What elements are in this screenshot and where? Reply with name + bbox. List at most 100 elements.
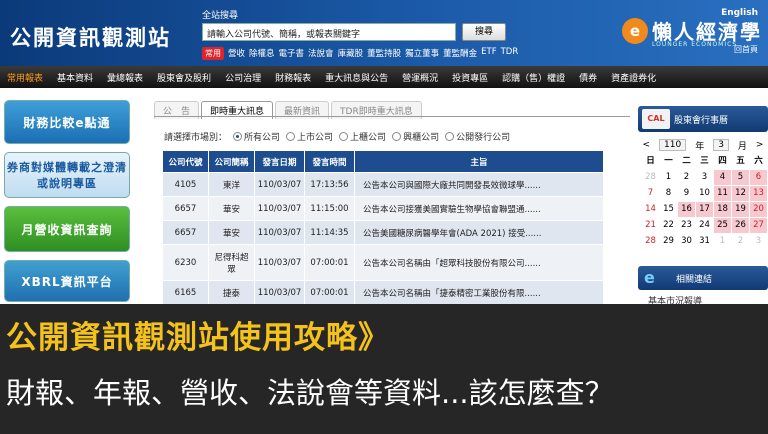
search-button[interactable]: 搜尋 [462,23,506,41]
calendar-day[interactable]: 14 [642,202,659,217]
calendar-day[interactable]: 3 [750,234,767,249]
calendar-day[interactable]: 8 [660,186,677,201]
nav-item[interactable]: 基本資料 [50,71,100,84]
calendar-day[interactable]: 1 [660,170,677,185]
weekday-label: 三 [700,156,709,166]
hot-link[interactable]: 董監持股 [367,47,401,60]
nav-item[interactable]: 認購（售）權證 [495,71,572,84]
nav-item[interactable]: 營運概況 [395,71,445,84]
calendar-day[interactable]: 9 [678,186,695,201]
calendar-day[interactable]: 12 [732,186,749,201]
nav-item[interactable]: 重大訊息與公告 [318,71,395,84]
calendar-day[interactable]: 23 [678,218,695,233]
nav-item[interactable]: 資產證券化 [604,71,663,84]
month-select[interactable]: 3 [713,139,729,151]
calendar-icon: CAL [642,109,670,129]
calendar-day[interactable]: 5 [732,170,749,185]
table-row[interactable]: 6657 華安 110/03/07 11:15:00 公告本公司接獲美國實驗生物… [162,196,604,221]
banner-xbrl[interactable]: XBRL資訊平台 [4,260,130,302]
calendar-day[interactable]: 6 [750,170,767,185]
calendar-day[interactable]: 24 [696,218,713,233]
calendar-day[interactable]: 18 [714,202,731,217]
home-link[interactable]: 回首頁 [734,44,758,55]
table-row[interactable]: 6657 華安 110/03/07 11:14:35 公告美國糖尿病醫學年會(A… [162,220,604,245]
cell: 110/03/07 [254,220,305,245]
calendar-day[interactable]: 21 [642,218,659,233]
calendar-day[interactable]: 13 [750,186,767,201]
calendar-day[interactable]: 16 [678,202,695,217]
nav-item[interactable]: 債券 [572,71,604,84]
calendar-day[interactable]: 28 [642,234,659,249]
banner-monthly-revenue[interactable]: 月營收資訊查詢 [4,206,130,252]
calendar-day[interactable]: 3 [696,170,713,185]
banner-broker-clarification[interactable]: 券商對媒體轉載之澄清或說明專區 [4,152,130,198]
nav-item[interactable]: 財務報表 [268,71,318,84]
calendar-day[interactable]: 28 [642,170,659,185]
calendar-day[interactable]: 2 [678,170,695,185]
hot-link[interactable]: 營收 [228,47,245,60]
market-option[interactable]: 興櫃公司 [392,130,439,143]
prev-arrow-icon[interactable]: < [642,140,650,150]
cell-subject[interactable]: 公告本公司與國際大廠共同開發長效微球學...... [354,172,604,197]
hot-link[interactable]: 除權息 [249,47,275,60]
calendar-day[interactable]: 29 [660,234,677,249]
calendar-day[interactable]: 26 [732,218,749,233]
market-option[interactable]: 公開發行公司 [445,130,510,143]
cell: 07:00:01 [304,244,355,281]
calendar-day[interactable]: 27 [750,218,767,233]
weekday-label: 一 [664,156,673,166]
radio-selected-icon[interactable] [233,132,243,141]
nav-item[interactable]: 公司治理 [218,71,268,84]
calendar-day[interactable]: 15 [660,202,677,217]
calendar-day[interactable]: 2 [732,234,749,249]
calendar-day[interactable]: 4 [714,170,731,185]
hot-link[interactable]: 法說會 [308,47,334,60]
search-label: 全站搜尋 [202,11,239,21]
cell-subject[interactable]: 公告美國糖尿病醫學年會(ADA 2021) 接受...... [354,220,604,245]
calendar-day[interactable]: 30 [678,234,695,249]
cell-subject[interactable]: 公告本公司接獲美國實驗生物學協會聯盟通...... [354,196,604,221]
search-input[interactable]: 請輸入公司代號、簡稱，或報表關鍵字 [202,23,456,41]
calendar-day[interactable]: 7 [642,186,659,201]
next-arrow-icon[interactable]: > [756,140,764,150]
banner-financial-compare[interactable]: 財務比較e點通 [4,100,130,144]
option-label: 上市公司 [297,133,334,143]
hot-link[interactable]: TDR [501,47,519,60]
radio-icon[interactable] [445,132,455,141]
radio-icon[interactable] [392,132,402,141]
calendar-day[interactable]: 17 [696,202,713,217]
radio-icon[interactable] [339,132,349,141]
site-logo[interactable]: 公開資訊觀測站 [10,22,171,52]
market-option[interactable]: 上市公司 [286,130,333,143]
hot-link[interactable]: 庫藏股 [338,47,364,60]
nav-item[interactable]: 股東會及股利 [150,71,218,84]
cell-subject[interactable]: 公告本公司名稱由「超眾科技股份有限公司...... [354,244,604,281]
calendar-day[interactable]: 11 [714,186,731,201]
calendar-day[interactable]: 25 [714,218,731,233]
table-row[interactable]: 4105 東洋 110/03/07 17:13:56 公告本公司與國際大廠共同開… [162,172,604,197]
calendar-day[interactable]: 10 [696,186,713,201]
nav-item[interactable]: 彙總報表 [100,71,150,84]
hot-link[interactable]: 董監酬金 [443,47,477,60]
hot-link[interactable]: 獨立董事 [405,47,439,60]
table-row[interactable]: 6165 捷泰 110/03/07 07:00:01 公告本公司名稱由「捷泰精密… [162,280,604,305]
year-select[interactable]: 110 [659,139,687,151]
radio-icon[interactable] [286,132,296,141]
calendar-day[interactable]: 22 [660,218,677,233]
nav-item[interactable]: 常用報表 [0,71,50,84]
hot-link[interactable]: 電子書 [279,47,305,60]
market-option[interactable]: 所有公司 [233,130,280,143]
calendar-day[interactable]: 31 [696,234,713,249]
cell: 110/03/07 [254,172,305,197]
table-row[interactable]: 6230 尼得科超眾 110/03/07 07:00:01 公告本公司名稱由「超… [162,244,604,281]
nav-item[interactable]: 投資專區 [445,71,495,84]
calendar-day[interactable]: 20 [750,202,767,217]
hot-link[interactable]: ETF [481,47,496,60]
calendar-day[interactable]: 19 [732,202,749,217]
cell-subject[interactable]: 公告本公司名稱由「捷泰精密工業股份有限...... [354,280,604,305]
brand-logo[interactable]: e English 懶人經濟學 LOUNGER ECONOMICS 回首頁 [622,8,762,58]
brand-sub: LOUNGER ECONOMICS [652,41,738,48]
market-option[interactable]: 上櫃公司 [339,130,386,143]
tab-divider [154,116,630,117]
calendar-day[interactable]: 1 [714,234,731,249]
